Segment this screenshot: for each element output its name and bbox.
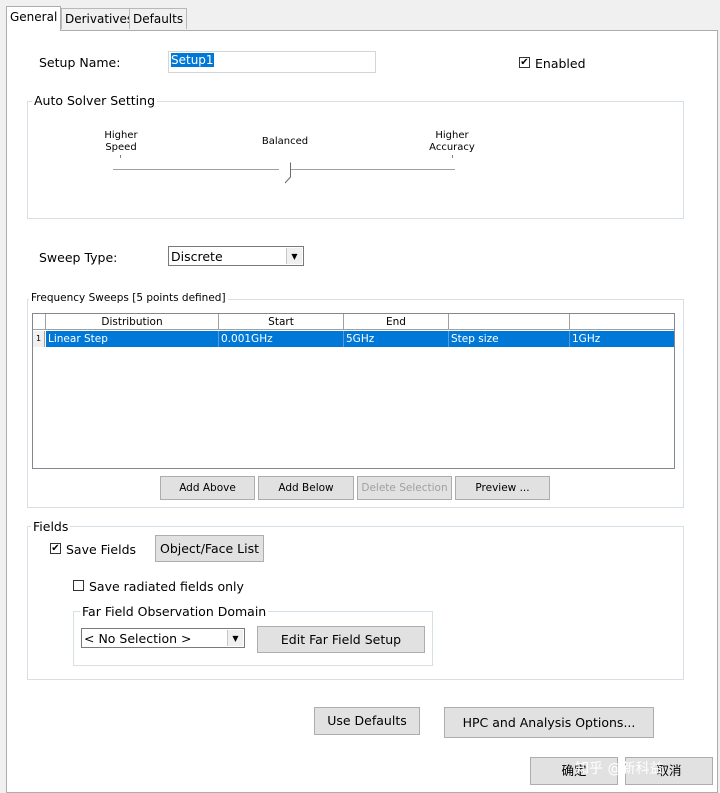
sweep-type-select[interactable]: Discrete ▼ [168, 246, 304, 266]
setup-name-value: Setup1 [171, 53, 214, 67]
balanced-label: Balanced [261, 136, 309, 147]
far-field-select[interactable]: < No Selection > ▼ [81, 628, 245, 648]
save-radiated-checkbox[interactable] [73, 580, 84, 591]
column-header[interactable] [570, 314, 674, 330]
add-below-button[interactable]: Add Below [258, 476, 354, 500]
sweep-type-label: Sweep Type: [39, 250, 118, 265]
hpc-options-button[interactable]: HPC and Analysis Options... [444, 707, 654, 738]
frequency-sweeps-title: Frequency Sweeps [5 points defined] [29, 292, 228, 304]
setup-name-label: Setup Name: [39, 55, 121, 70]
slider-left-label: Higher Speed [100, 130, 142, 154]
speed-label: Speed [105, 142, 137, 153]
column-header[interactable]: Start [219, 314, 344, 330]
chevron-down-icon[interactable]: ▼ [286, 248, 302, 264]
frequency-sweeps-table[interactable]: Distribution Start End 1 Linear Step 0.0… [32, 313, 675, 469]
slider-tick-left [120, 155, 121, 158]
enabled-label: Enabled [535, 56, 586, 71]
edit-far-field-button[interactable]: Edit Far Field Setup [257, 626, 425, 653]
higher-label: Higher [435, 130, 469, 141]
tab-derivatives[interactable]: Derivatives [61, 8, 138, 29]
save-fields-checkbox[interactable]: ✔ [50, 543, 61, 554]
slider-tick-right [452, 155, 453, 158]
watermark-text: 知乎 @新科益 [575, 761, 664, 777]
table-cell-distribution[interactable]: Linear Step [46, 331, 219, 347]
table-corner [33, 314, 46, 330]
tab-general[interactable]: General [6, 6, 62, 31]
far-field-value: < No Selection > [84, 631, 192, 646]
column-header[interactable]: End [344, 314, 449, 330]
auto-solver-title: Auto Solver Setting [32, 93, 158, 108]
add-above-button[interactable]: Add Above [160, 476, 255, 500]
chevron-down-icon[interactable]: ▼ [227, 630, 243, 646]
row-header[interactable]: 1 [33, 331, 45, 347]
slider-right-label: Higher Accuracy [426, 130, 478, 154]
fields-title: Fields [31, 519, 71, 534]
tab-defaults[interactable]: Defaults [129, 8, 188, 29]
table-cell-step[interactable]: 1GHz [570, 331, 674, 347]
slider-thumb[interactable] [279, 162, 292, 184]
column-header[interactable]: Distribution [46, 314, 219, 330]
far-field-title: Far Field Observation Domain [80, 604, 269, 619]
save-fields-label: Save Fields [66, 542, 137, 557]
object-face-list-button[interactable]: Object/Face List [155, 535, 264, 562]
table-cell-start[interactable]: 0.001GHz [219, 331, 344, 347]
table-cell-type[interactable]: Step size [449, 331, 570, 347]
higher-label: Higher [104, 130, 138, 141]
preview-button[interactable]: Preview ... [455, 476, 550, 500]
sweep-type-value: Discrete [171, 249, 223, 264]
delete-selection-button[interactable]: Delete Selection [357, 476, 452, 500]
table-cell-end[interactable]: 5GHz [344, 331, 449, 347]
save-radiated-label: Save radiated fields only [89, 579, 244, 594]
use-defaults-button[interactable]: Use Defaults [314, 707, 420, 735]
column-header[interactable] [449, 314, 570, 330]
accuracy-label: Accuracy [429, 142, 475, 153]
auto-solver-group [27, 101, 684, 219]
setup-name-input[interactable]: Setup1 [168, 51, 376, 73]
enabled-checkbox[interactable]: ✔ [519, 57, 530, 68]
